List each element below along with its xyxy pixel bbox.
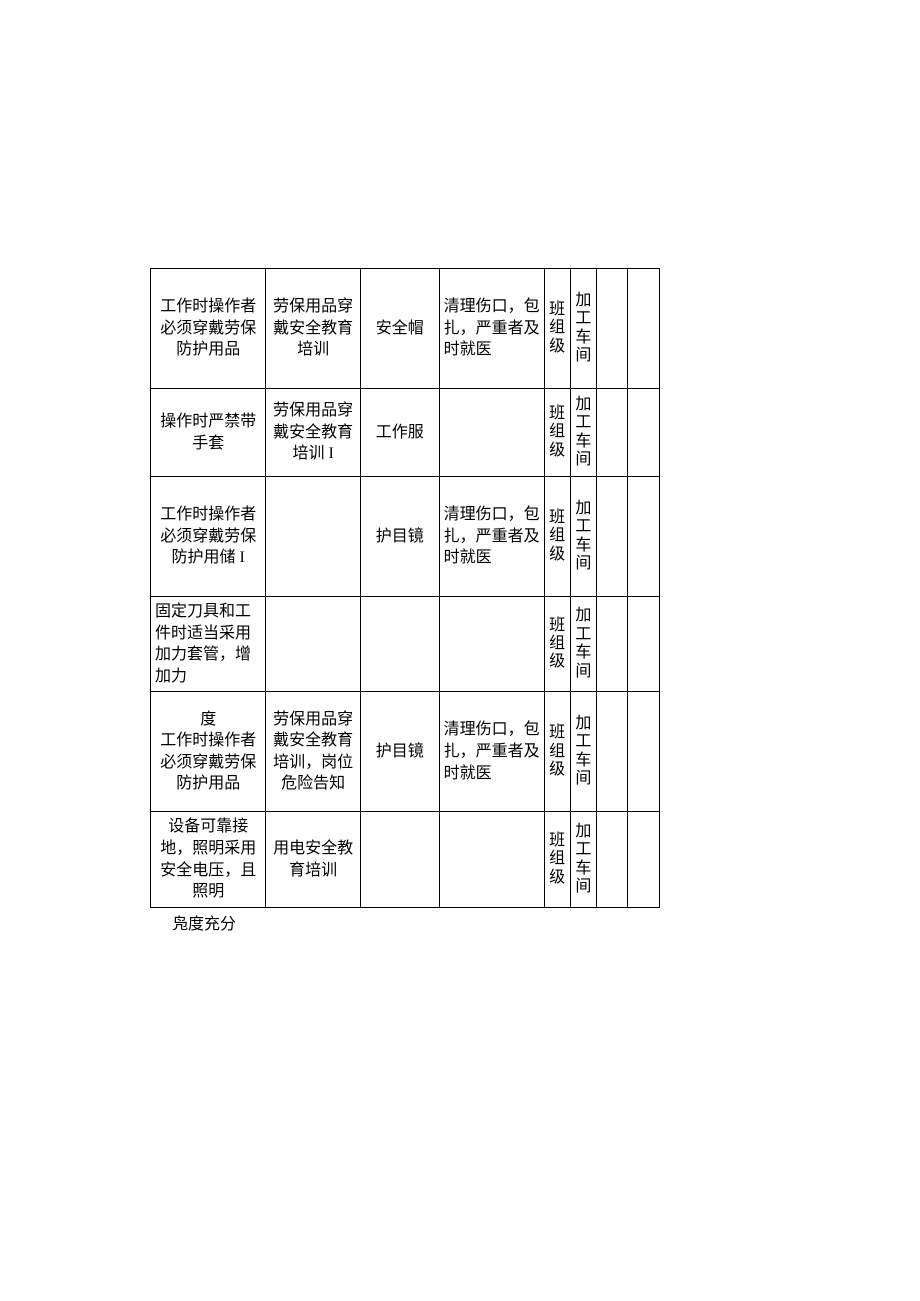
cell-dept: 加工车间 xyxy=(570,812,596,907)
cell-dept: 加工车间 xyxy=(570,477,596,597)
cell-training: 用电安全教育培训 xyxy=(266,812,360,907)
cell-training: 劳保用品穿戴安全教育培训 xyxy=(266,269,360,389)
table-row: 操作时严禁带手套 劳保用品穿戴安全教育培训 I 工作服 班组级 加工车间 xyxy=(151,389,660,477)
cell-level: 班组级 xyxy=(544,477,570,597)
table-row: 工作时操作者必须穿戴劳保防护用品 劳保用品穿戴安全教育培训 安全帽 清理伤口，包… xyxy=(151,269,660,389)
cell-measure: 操作时严禁带手套 xyxy=(151,389,266,477)
cell-level: 班组级 xyxy=(544,692,570,812)
footer-text: 凫度充分 xyxy=(150,908,770,934)
cell-ppe: 护目镜 xyxy=(360,692,439,812)
cell-blank2 xyxy=(628,597,660,692)
table-row: 工作时操作者必须穿戴劳保防护用储 I 护目镜 清理伤口，包扎，严重者及时就医 班… xyxy=(151,477,660,597)
cell-response: 清理伤口，包扎，严重者及时就医 xyxy=(439,692,544,812)
cell-blank2 xyxy=(628,812,660,907)
cell-training: 劳保用品穿戴安全教育培训 I xyxy=(266,389,360,477)
cell-dept: 加工车间 xyxy=(570,597,596,692)
cell-response xyxy=(439,389,544,477)
cell-level: 班组级 xyxy=(544,812,570,907)
table-row: 度 工作时操作者必须穿戴劳保防护用品 劳保用品穿戴安全教育培训，岗位危险告知 护… xyxy=(151,692,660,812)
cell-blank1 xyxy=(597,389,628,477)
cell-training xyxy=(266,477,360,597)
cell-blank1 xyxy=(597,269,628,389)
cell-blank2 xyxy=(628,477,660,597)
table-row: 设备可靠接地，照明采用安全电压，且照明 用电安全教育培训 班组级 加工车间 xyxy=(151,812,660,907)
cell-measure: 工作时操作者必须穿戴劳保防护用储 I xyxy=(151,477,266,597)
cell-ppe: 安全帽 xyxy=(360,269,439,389)
cell-blank2 xyxy=(628,389,660,477)
cell-level: 班组级 xyxy=(544,269,570,389)
cell-dept: 加工车间 xyxy=(570,269,596,389)
cell-measure: 设备可靠接地，照明采用安全电压，且照明 xyxy=(151,812,266,907)
cell-ppe: 工作服 xyxy=(360,389,439,477)
cell-measure: 固定刀具和工件时适当采用加力套管，增加力 xyxy=(151,597,266,692)
cell-response: 清理伤口，包扎，严重者及时就医 xyxy=(439,269,544,389)
cell-blank1 xyxy=(597,812,628,907)
cell-level: 班组级 xyxy=(544,597,570,692)
cell-ppe: 护目镜 xyxy=(360,477,439,597)
cell-measure: 工作时操作者必须穿戴劳保防护用品 xyxy=(151,269,266,389)
cell-blank1 xyxy=(597,477,628,597)
cell-blank2 xyxy=(628,692,660,812)
cell-training xyxy=(266,597,360,692)
cell-blank1 xyxy=(597,692,628,812)
safety-table: 工作时操作者必须穿戴劳保防护用品 劳保用品穿戴安全教育培训 安全帽 清理伤口，包… xyxy=(150,268,660,908)
cell-response: 清理伤口，包扎，严重者及时就医 xyxy=(439,477,544,597)
cell-ppe xyxy=(360,812,439,907)
cell-ppe xyxy=(360,597,439,692)
cell-blank2 xyxy=(628,269,660,389)
cell-response xyxy=(439,597,544,692)
document-page: 工作时操作者必须穿戴劳保防护用品 劳保用品穿戴安全教育培训 安全帽 清理伤口，包… xyxy=(0,0,920,934)
cell-measure: 度 工作时操作者必须穿戴劳保防护用品 xyxy=(151,692,266,812)
cell-blank1 xyxy=(597,597,628,692)
cell-level: 班组级 xyxy=(544,389,570,477)
table-row: 固定刀具和工件时适当采用加力套管，增加力 班组级 加工车间 xyxy=(151,597,660,692)
cell-response xyxy=(439,812,544,907)
cell-dept: 加工车间 xyxy=(570,692,596,812)
cell-dept: 加工车间 xyxy=(570,389,596,477)
cell-training: 劳保用品穿戴安全教育培训，岗位危险告知 xyxy=(266,692,360,812)
